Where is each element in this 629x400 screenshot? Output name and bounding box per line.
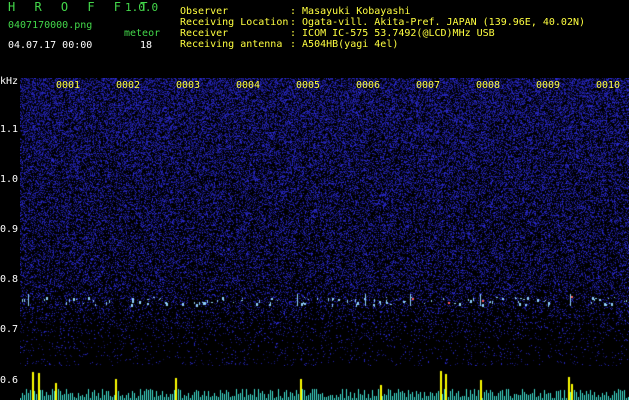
time-label: 0009 bbox=[536, 80, 561, 91]
time-label: 0010 bbox=[596, 80, 621, 91]
y-tick: 1.0 bbox=[0, 174, 19, 185]
time-label: 0002 bbox=[116, 80, 141, 91]
location-value: : Ogata-vill. Akita-Pref. JAPAN (139.96E… bbox=[290, 17, 586, 28]
y-tick-bottom: 0.6 bbox=[0, 375, 19, 386]
time-label: 0007 bbox=[416, 80, 441, 91]
receiver-label: Receiver bbox=[180, 28, 229, 39]
time-label: 0006 bbox=[356, 80, 381, 91]
y-tick: 0.7 bbox=[0, 324, 19, 335]
time-label: 0005 bbox=[296, 80, 321, 91]
y-tick: 0.8 bbox=[0, 274, 19, 285]
receiver-value: : ICOM IC-575 53.7492(@LCD)MHz USB bbox=[290, 28, 495, 39]
time-label: 0001 bbox=[56, 80, 81, 91]
y-tick: 1.1 bbox=[0, 124, 19, 135]
meteor-activity-bar bbox=[20, 368, 629, 400]
location-label: Receiving Location bbox=[180, 17, 289, 28]
y-unit-label: kHz bbox=[0, 76, 19, 87]
antenna-label: Receiving antenna bbox=[180, 39, 283, 50]
app-version: 1.0.0 bbox=[125, 1, 159, 14]
meteor-label: meteor bbox=[124, 28, 161, 39]
observer-value: : Masayuki Kobayashi bbox=[290, 6, 411, 17]
antenna-value: : A504HB(yagi 4el) bbox=[290, 39, 399, 50]
file-name: 0407170000.png bbox=[8, 20, 93, 31]
hroft-window: H R O F F T 1.0.0 0407170000.png meteor … bbox=[0, 0, 629, 400]
observer-label: Observer bbox=[180, 6, 229, 17]
meteor-count: 18 bbox=[140, 40, 153, 51]
file-datetime: 04.07.17 00:00 bbox=[8, 40, 93, 51]
time-label: 0003 bbox=[176, 80, 201, 91]
y-tick: 0.9 bbox=[0, 224, 19, 235]
time-label: 0008 bbox=[476, 80, 501, 91]
time-label: 0004 bbox=[236, 80, 261, 91]
spectrogram-canvas bbox=[20, 78, 629, 366]
